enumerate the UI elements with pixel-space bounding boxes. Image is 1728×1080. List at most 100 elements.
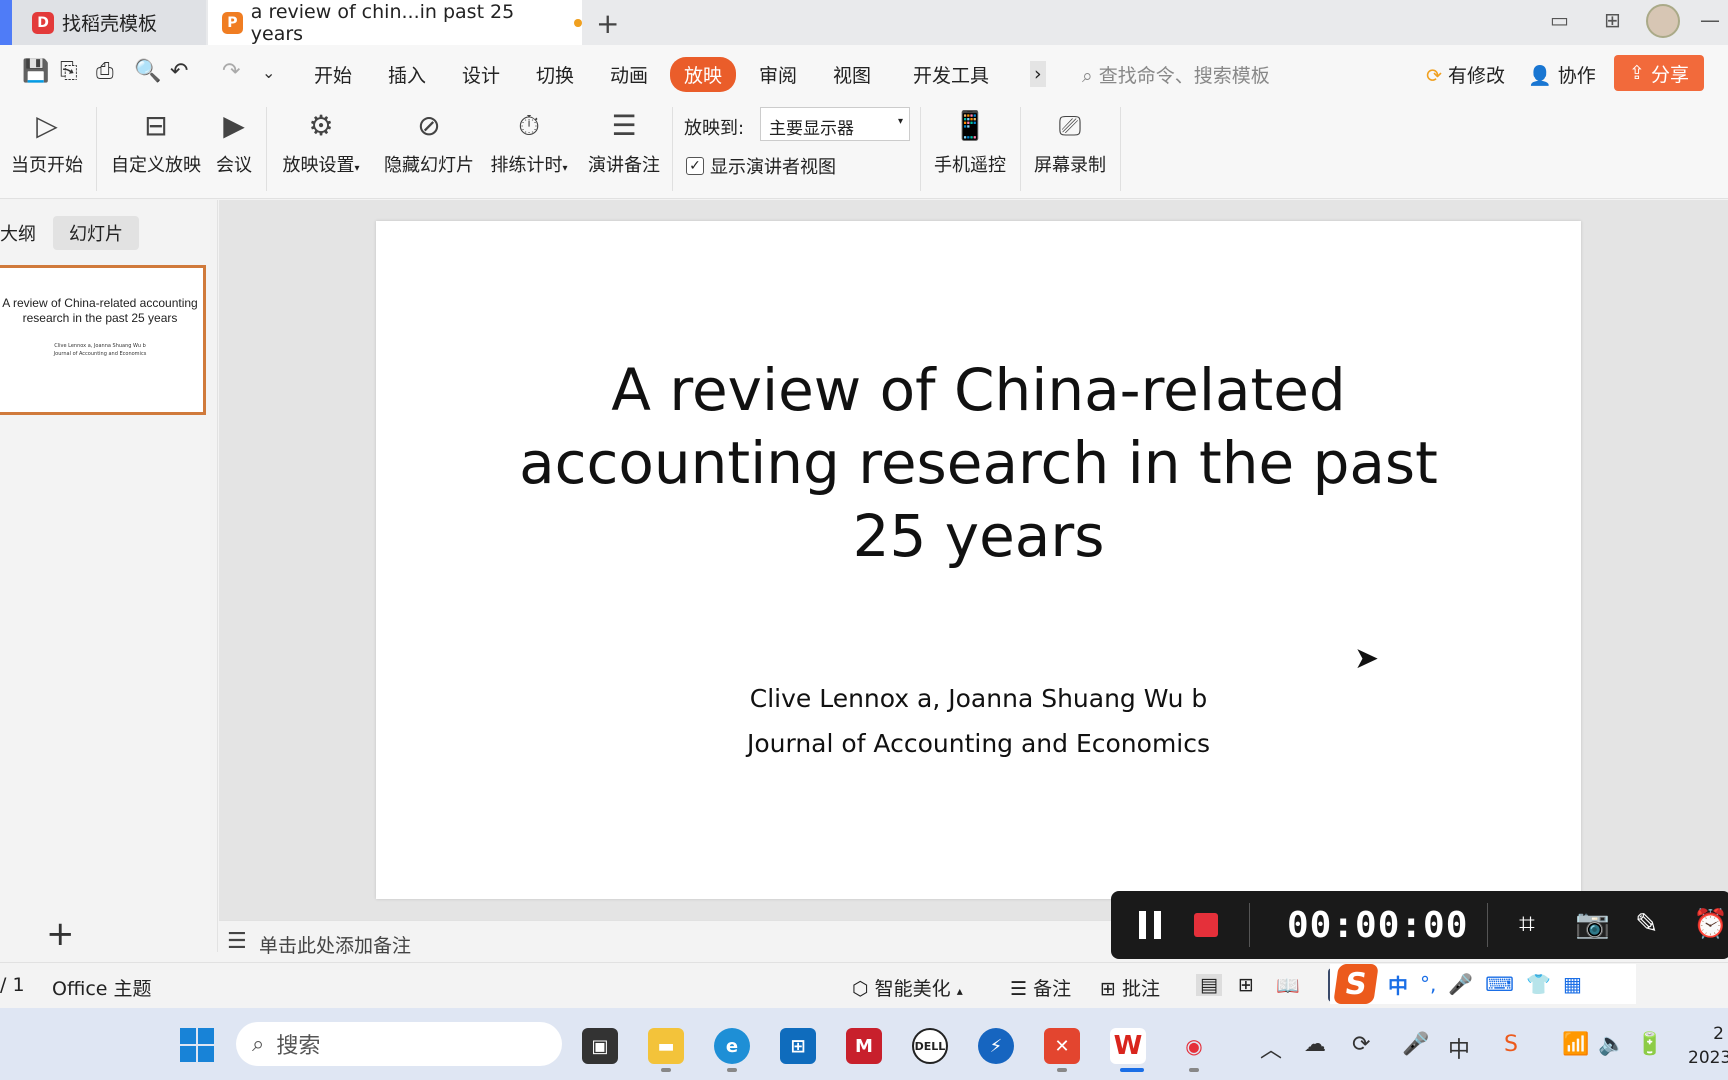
meeting-button[interactable]: ▶ 会议 xyxy=(212,107,256,177)
system-clock[interactable]: 2 2023, xyxy=(1688,1022,1728,1070)
tab-outline[interactable]: 大纲 xyxy=(0,220,36,246)
collaborate-button[interactable]: 👤 协作 xyxy=(1528,61,1596,88)
mcafee-icon[interactable]: M xyxy=(846,1028,882,1064)
sync-icon: ⟳ xyxy=(1426,65,1442,87)
camera-icon[interactable]: 📷 xyxy=(1575,907,1610,940)
screen-record-button[interactable]: ⎚ 屏幕录制 xyxy=(1032,107,1108,177)
tab-presentation[interactable]: P a review of chin...in past 25 years xyxy=(208,0,582,45)
normal-view-icon[interactable]: ▤ xyxy=(1196,974,1222,996)
menu-insert[interactable]: 插入 xyxy=(388,61,426,88)
dell-icon[interactable]: DELL xyxy=(912,1028,948,1064)
phone-remote-button[interactable]: 📱 手机遥控 xyxy=(932,107,1008,177)
redo-icon[interactable]: ↷ xyxy=(222,59,240,84)
sogou-tray-icon[interactable]: S xyxy=(1504,1032,1518,1057)
pause-button[interactable] xyxy=(1139,911,1161,939)
taskbar-search[interactable]: ⌕ 搜索 xyxy=(236,1022,562,1066)
add-slide-button[interactable]: + xyxy=(46,914,75,954)
tab-slides[interactable]: 幻灯片 xyxy=(53,216,139,250)
slide-subtitle[interactable]: Clive Lennox a, Joanna Shuang Wu b Journ… xyxy=(376,676,1581,766)
volume-icon[interactable]: 🔈 xyxy=(1598,1032,1625,1057)
windows-start-icon[interactable] xyxy=(180,1028,214,1062)
tray-overflow-chevron-icon[interactable]: ︿ xyxy=(1260,1032,1282,1064)
menu-start[interactable]: 开始 xyxy=(314,61,352,88)
edge-browser-icon[interactable]: e xyxy=(714,1028,750,1064)
menu-review[interactable]: 审阅 xyxy=(759,61,797,88)
ms-store-icon[interactable]: ⊞ xyxy=(780,1028,816,1064)
slide-navigator: 大纲 幻灯片 A review of China-related account… xyxy=(0,200,218,954)
hide-slide-button[interactable]: ⊘ 隐藏幻灯片 xyxy=(380,107,478,177)
slide-title[interactable]: A review of China-related accounting res… xyxy=(376,354,1581,573)
onedrive-cloud-icon[interactable]: ☁ xyxy=(1304,1032,1326,1057)
smart-beautify-button[interactable]: ⬡ 智能美化 ▴ xyxy=(852,974,963,1001)
wifi-icon[interactable]: 📶 xyxy=(1562,1032,1589,1057)
screen-recorder-icon[interactable]: ◉ xyxy=(1176,1028,1212,1064)
show-settings-label: 放映设置 xyxy=(282,155,355,176)
show-settings-button[interactable]: ⚙ 放映设置▾ xyxy=(278,107,364,177)
share-button[interactable]: ⇪ 分享 xyxy=(1614,55,1704,91)
menu-transition[interactable]: 切换 xyxy=(536,61,574,88)
export-icon[interactable]: ⎘ xyxy=(60,59,78,84)
skin-shirt-icon[interactable]: 👕 xyxy=(1526,972,1551,996)
menu-animation[interactable]: 动画 xyxy=(610,61,648,88)
xmind-icon[interactable]: ✕ xyxy=(1044,1028,1080,1064)
screen-record-icon: ⎚ xyxy=(1058,109,1082,142)
keyboard-icon[interactable]: ⌨ xyxy=(1485,972,1514,996)
menu-slideshow[interactable]: 放映 xyxy=(670,57,737,92)
window-layout-icon[interactable]: ▭ xyxy=(1550,8,1569,32)
slide-sorter-icon[interactable]: ⊞ xyxy=(1238,974,1254,996)
comments-button[interactable]: ⊞ 批注 xyxy=(1100,974,1160,1001)
battery-icon[interactable]: 🔋 xyxy=(1636,1032,1663,1057)
notes-toggle-button[interactable]: ☰ 备注 xyxy=(1010,974,1071,1001)
menu-more-chevron-icon[interactable]: › xyxy=(1030,61,1046,87)
sogou-s-icon[interactable]: S xyxy=(1333,964,1379,1004)
save-icon[interactable]: 💾 xyxy=(22,59,49,84)
avatar[interactable] xyxy=(1646,4,1680,38)
tab-docer-templates[interactable]: D 找稻壳模板 xyxy=(0,0,206,45)
sync-icon[interactable]: ⟳ xyxy=(1352,1032,1370,1057)
alarm-clock-icon[interactable]: ⏰ xyxy=(1693,907,1728,940)
region-capture-icon[interactable]: ⌗ xyxy=(1519,907,1535,941)
presenter-view-checkbox[interactable]: ✓ 显示演讲者视图 xyxy=(686,153,836,179)
slide-journal: Journal of Accounting and Economics xyxy=(746,729,1211,758)
ime-punct-toggle[interactable]: °, xyxy=(1420,972,1436,996)
phone-icon: 📱 xyxy=(952,109,988,142)
task-view-icon[interactable]: ▣ xyxy=(582,1028,618,1064)
pen-icon[interactable]: ✎ xyxy=(1635,907,1658,940)
wps-office-icon[interactable]: W xyxy=(1110,1028,1146,1064)
undo-icon[interactable]: ↶ xyxy=(170,59,188,84)
minimize-icon[interactable]: — xyxy=(1700,8,1720,32)
tray-ime-lang[interactable]: 中 xyxy=(1448,1032,1470,1064)
print-icon[interactable]: ⎙ xyxy=(96,59,114,84)
custom-show-button[interactable]: ⊟ 自定义放映 xyxy=(108,107,204,177)
play-to-select[interactable]: 主要显示器 ▾ xyxy=(760,107,910,141)
menu-view[interactable]: 视图 xyxy=(833,61,871,88)
from-current-slide-button[interactable]: ▷ 当页开始 xyxy=(8,107,86,177)
command-search[interactable]: ⌕ 查找命令、搜索模板 xyxy=(1082,61,1270,88)
person-icon: 👤 xyxy=(1528,65,1552,87)
microphone-icon[interactable]: 🎤 xyxy=(1402,1032,1429,1057)
customize-quick-access-icon[interactable]: ⌄ xyxy=(262,63,275,82)
ime-lang-toggle[interactable]: 中 xyxy=(1388,970,1408,999)
new-tab-button[interactable]: + xyxy=(596,7,619,40)
app-active-indicator xyxy=(1120,1068,1144,1072)
file-explorer-icon[interactable]: ▬ xyxy=(648,1028,684,1064)
menu-design[interactable]: 设计 xyxy=(462,61,500,88)
toolbox-grid-icon[interactable]: ▦ xyxy=(1563,972,1582,996)
reading-view-icon[interactable]: 📖 xyxy=(1276,974,1300,997)
theme-name[interactable]: Office 主题 xyxy=(52,974,152,1001)
menu-developer[interactable]: 开发工具 xyxy=(913,61,989,88)
print-preview-icon[interactable]: 🔍 xyxy=(134,59,161,84)
slide[interactable]: A review of China-related accounting res… xyxy=(376,221,1581,899)
microphone-icon[interactable]: 🎤 xyxy=(1448,972,1473,996)
app-running-dot xyxy=(1189,1068,1199,1072)
modified-button[interactable]: ⟳ 有修改 xyxy=(1426,61,1505,88)
slide-thumbnail[interactable]: A review of China-related accounting res… xyxy=(0,265,206,415)
grid-view-icon[interactable]: ⊞ xyxy=(1604,8,1621,32)
stop-record-button[interactable] xyxy=(1194,913,1218,937)
divider xyxy=(96,107,97,191)
menu-row: 💾 ⎘ ⎙ 🔍 ↶ ↷ ⌄ 开始 插入 设计 切换 动画 放映 审阅 视图 开发… xyxy=(0,45,1728,101)
taskbar-search-label: 搜索 xyxy=(276,1034,321,1059)
rehearse-timing-button[interactable]: ⏱ 排练计时▾ xyxy=(486,107,572,177)
speaker-notes-button[interactable]: ☰ 演讲备注 xyxy=(586,107,662,177)
dell-support-icon[interactable]: ⚡ xyxy=(978,1028,1014,1064)
